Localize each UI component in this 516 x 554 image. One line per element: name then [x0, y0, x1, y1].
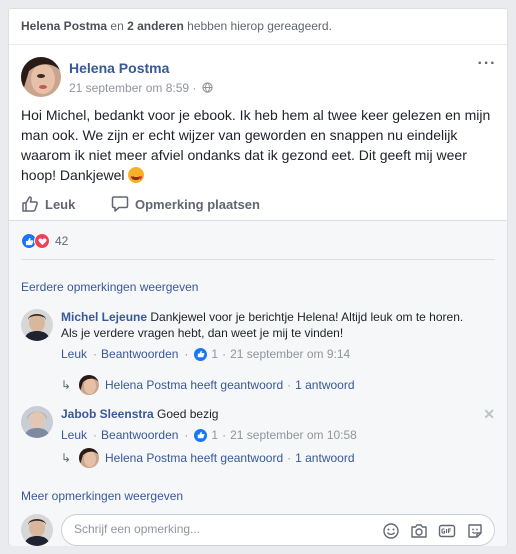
- sticker-icon[interactable]: [466, 522, 484, 540]
- reacted-others[interactable]: 2 anderen: [127, 19, 184, 33]
- divider: [21, 259, 495, 260]
- comment-reply-link[interactable]: Beantwoorden: [101, 346, 178, 362]
- post-card: Helena Postma en 2 anderen hebben hierop…: [8, 8, 508, 546]
- reaction-count: 42: [55, 234, 69, 248]
- post-text: Hoi Michel, bedankt voor je ebook. Ik he…: [21, 105, 499, 189]
- comment-actions: Leuk · Beantwoorden · 1 · 21 september o…: [61, 346, 481, 362]
- comment-like-link[interactable]: Leuk: [61, 427, 87, 443]
- post-author-name[interactable]: Helena Postma: [69, 60, 169, 76]
- reply-avatar: [79, 375, 99, 395]
- comment-reply-link[interactable]: Beantwoorden: [101, 427, 178, 443]
- comment-like-count[interactable]: 1: [211, 346, 218, 362]
- gif-icon[interactable]: [438, 522, 456, 540]
- camera-icon[interactable]: [410, 522, 428, 540]
- commenter-avatar[interactable]: [21, 406, 53, 438]
- like-button[interactable]: Leuk: [21, 195, 75, 213]
- emoji-icon[interactable]: [382, 522, 400, 540]
- reply-arrow-icon: ↳: [61, 378, 72, 392]
- separator: ·: [222, 347, 227, 361]
- separator: ·: [184, 347, 189, 361]
- reply-author-summary[interactable]: Helena Postma heeft geantwoord: [105, 378, 283, 392]
- comment-input-wrapper: [61, 514, 495, 546]
- reacted-connector: en: [110, 19, 124, 33]
- globe-icon: [202, 82, 213, 93]
- like-label: Leuk: [45, 196, 76, 212]
- reacted-suffix: hebben hierop gereageerd.: [187, 19, 332, 33]
- separator: ·: [287, 451, 292, 465]
- current-user-avatar[interactable]: [21, 514, 53, 546]
- reacted-by-name[interactable]: Helena Postma: [21, 19, 107, 33]
- comment-body: Jabob Sleenstra Goed bezig Leuk · Beantw…: [61, 406, 481, 443]
- reply-avatar: [79, 448, 99, 468]
- like-reaction-icon: [194, 428, 208, 442]
- heart-eyes-emoji-icon: [128, 167, 145, 189]
- more-comments-link[interactable]: Meer opmerkingen weergeven: [21, 489, 183, 503]
- post-actions: Leuk Opmerking plaatsen: [9, 189, 507, 221]
- comment-composer: [21, 514, 495, 546]
- comment-bubble-icon: [111, 196, 129, 212]
- commenter-name[interactable]: Michel Lejeune: [61, 310, 147, 324]
- comment-body: Michel Lejeune Dankjewel voor je bericht…: [61, 309, 481, 362]
- composer-icons: [382, 522, 484, 540]
- comment-text: Goed bezig: [157, 407, 219, 421]
- post-timestamp[interactable]: 21 september om 8:59 ·: [69, 81, 196, 95]
- post-meta: 21 september om 8:59 ·: [69, 81, 213, 95]
- comment-actions: Leuk · Beantwoorden · 1 · 21 september o…: [61, 427, 481, 443]
- comment-like-count[interactable]: 1: [211, 427, 218, 443]
- commenter-name[interactable]: Jabob Sleenstra: [61, 407, 154, 421]
- comment-like-link[interactable]: Leuk: [61, 346, 87, 362]
- comment-time[interactable]: 21 september om 9:14: [230, 346, 350, 362]
- more-horizontal-icon[interactable]: ···: [477, 56, 497, 75]
- post-body: Hoi Michel, bedankt voor je ebook. Ik he…: [21, 107, 491, 183]
- comment-label: Opmerking plaatsen: [135, 196, 260, 212]
- like-reaction-icon: [194, 347, 208, 361]
- comment-time[interactable]: 21 september om 10:58: [230, 427, 357, 443]
- separator: ·: [287, 378, 292, 392]
- love-reaction-icon: [34, 233, 50, 249]
- reactions-summary[interactable]: 42: [21, 231, 68, 251]
- reply-author-summary[interactable]: Helena Postma heeft geantwoord: [105, 451, 283, 465]
- reply-count[interactable]: 1 antwoord: [295, 451, 354, 465]
- author-avatar[interactable]: [21, 57, 61, 97]
- comments-area: 42 Eerdere opmerkingen weergeven Michel …: [9, 221, 507, 546]
- post-header: Helena Postma 21 september om 8:59 · ···: [21, 56, 497, 101]
- comment-input[interactable]: [74, 522, 374, 536]
- close-icon[interactable]: ✕: [483, 406, 495, 423]
- replies-summary[interactable]: ↳ Helena Postma heeft geantwoord · 1 ant…: [61, 375, 355, 395]
- comment-button[interactable]: Opmerking plaatsen: [111, 195, 260, 213]
- thumbs-up-icon: [22, 196, 38, 212]
- reply-arrow-icon: ↳: [61, 451, 72, 465]
- reacted-by-bar: Helena Postma en 2 anderen hebben hierop…: [9, 9, 507, 45]
- commenter-avatar[interactable]: [21, 309, 53, 341]
- separator: ·: [93, 428, 98, 442]
- reply-count[interactable]: 1 antwoord: [295, 378, 354, 392]
- previous-comments-link[interactable]: Eerdere opmerkingen weergeven: [21, 280, 198, 294]
- replies-summary[interactable]: ↳ Helena Postma heeft geantwoord · 1 ant…: [61, 448, 355, 468]
- separator: ·: [184, 428, 189, 442]
- separator: ·: [93, 347, 98, 361]
- separator: ·: [222, 428, 227, 442]
